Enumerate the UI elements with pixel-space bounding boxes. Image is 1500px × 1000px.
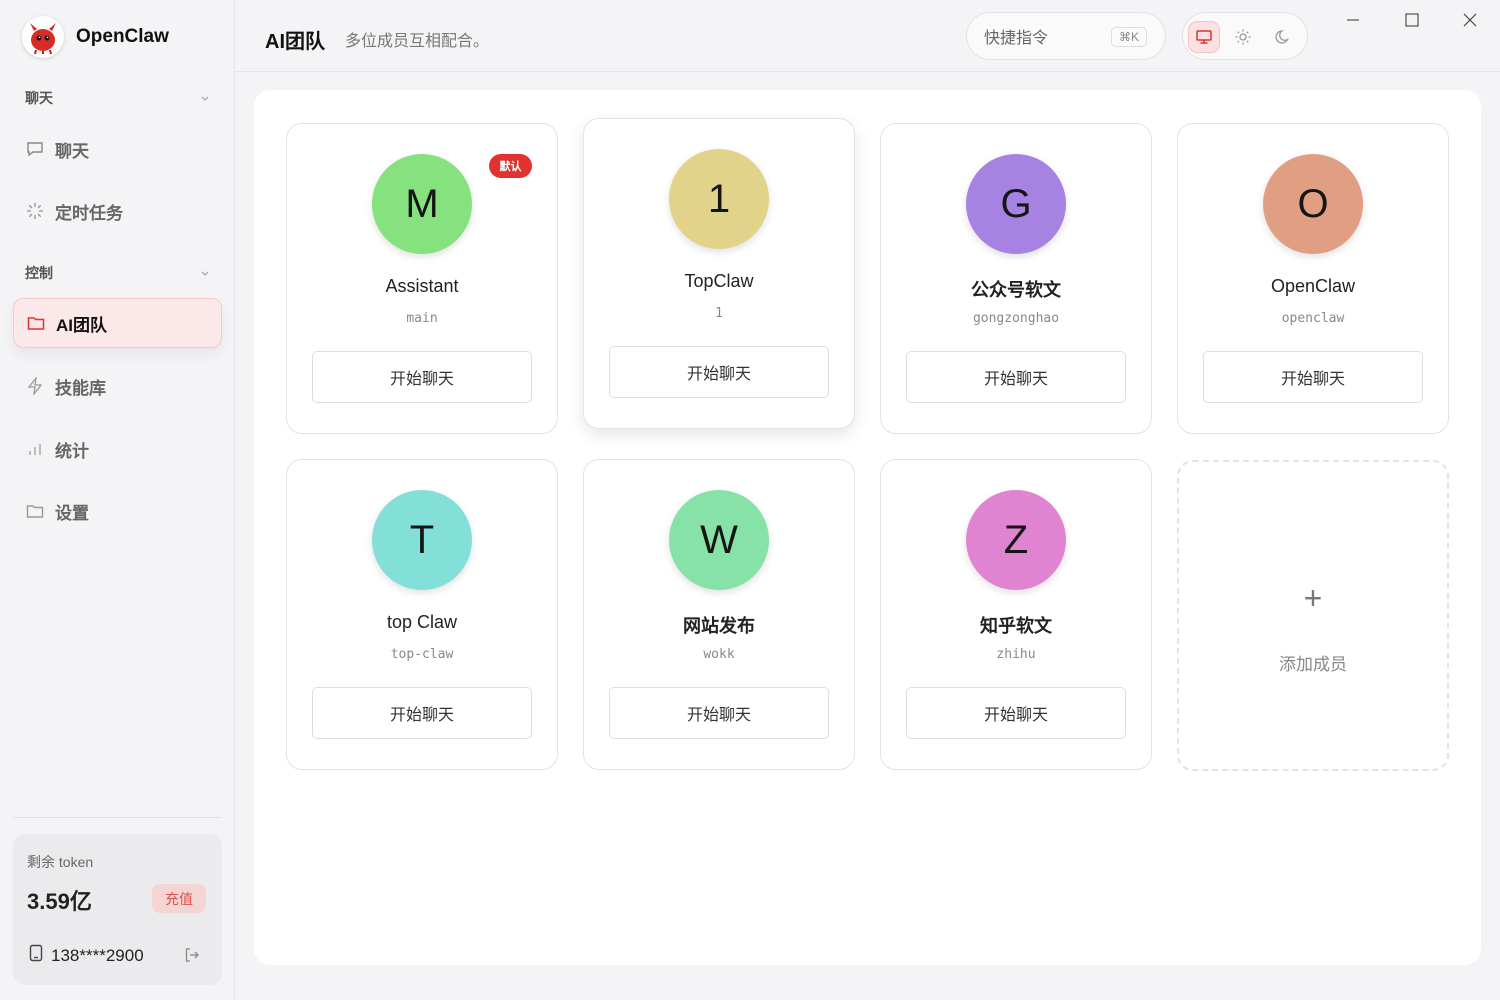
add-member-card[interactable]: + 添加成员 [1177,460,1449,771]
sidebar-divider [13,817,222,818]
member-name: 网站发布 [683,616,755,636]
token-label: 剩余 token [27,854,94,870]
minimize-icon[interactable] [1338,8,1368,32]
section-title: 聊天 [25,90,53,106]
quick-command-input[interactable]: 快捷指令 ⌘K [966,12,1166,60]
sidebar-item-stats[interactable]: 统计 [13,424,222,474]
member-name: 知乎软文 [980,616,1052,636]
chevron-down-icon [200,90,210,106]
maximize-icon[interactable] [1397,8,1427,32]
team-panel: M 默认 Assistant main 开始聊天 1 TopClaw 1 开始聊… [254,90,1481,965]
chevron-down-icon [200,265,210,281]
member-id: openclaw [1281,311,1345,326]
start-chat-button[interactable]: 开始聊天 [312,687,532,739]
member-id: wokk [703,647,735,662]
sidebar-item-label: 定时任务 [55,203,123,223]
member-name: top Claw [386,612,458,632]
loader-icon [25,201,45,221]
sun-icon[interactable] [1227,21,1259,53]
section-control[interactable]: 控制 [25,263,210,283]
member-card: W 网站发布 wokk 开始聊天 [583,459,855,770]
start-chat-button[interactable]: 开始聊天 [1203,351,1423,403]
sidebar-item-label: AI团队 [56,315,107,335]
plus-icon: + [1303,580,1323,616]
folder-icon [25,501,45,521]
start-chat-button[interactable]: 开始聊天 [312,351,532,403]
start-chat-button[interactable]: 开始聊天 [906,687,1126,739]
sidebar-item-label: 聊天 [55,141,89,161]
member-card: G 公众号软文 gongzonghao 开始聊天 [880,123,1152,434]
sidebar: OpenClaw 聊天 聊天 定时任务 控制 AI团队 技能库 统计 设置 剩余… [0,0,235,1000]
account-number: 138****2900 [51,945,144,965]
sidebar-item-chat[interactable]: 聊天 [13,124,222,174]
shortcut-badge: ⌘K [1110,27,1147,47]
token-value: 3.59亿 [27,889,92,914]
sidebar-item-scheduled-tasks[interactable]: 定时任务 [13,186,222,236]
lightning-icon [25,376,45,396]
member-name: OpenClaw [1270,276,1356,296]
member-name: TopClaw [684,271,754,291]
openclaw-logo-icon [22,16,64,58]
avatar: W [669,490,769,590]
start-chat-button[interactable]: 开始聊天 [609,687,829,739]
avatar: 1 [669,149,769,249]
start-chat-button[interactable]: 开始聊天 [609,346,829,398]
add-member-label: 添加成员 [1279,655,1347,674]
quick-command-placeholder: 快捷指令 [984,30,1049,47]
close-icon[interactable] [1455,8,1485,32]
member-card: T top Claw top-claw 开始聊天 [286,459,558,770]
start-chat-button[interactable]: 开始聊天 [906,351,1126,403]
phone-icon [29,944,43,967]
page-title: AI团队 [265,31,325,53]
logout-icon[interactable] [184,947,200,968]
bar-chart-icon [25,439,45,459]
recharge-button[interactable]: 充值 [152,884,206,913]
member-card: Z 知乎软文 zhihu 开始聊天 [880,459,1152,770]
avatar: O [1263,154,1363,254]
avatar: G [966,154,1066,254]
avatar: T [372,490,472,590]
member-id: zhihu [996,647,1036,662]
section-title: 控制 [25,265,53,281]
member-card: O OpenClaw openclaw 开始聊天 [1177,123,1449,434]
avatar: M [372,154,472,254]
sidebar-item-label: 设置 [55,503,89,523]
page-subtitle: 多位成员互相配合。 [345,33,490,50]
sidebar-item-label: 统计 [55,441,89,461]
member-card: M 默认 Assistant main 开始聊天 [286,123,558,434]
member-id: main [406,311,438,326]
sidebar-item-ai-team[interactable]: AI团队 [13,298,222,348]
member-id: top-claw [390,647,454,662]
moon-icon[interactable] [1267,21,1299,53]
chat-bubble-icon [25,139,45,159]
header: AI团队 多位成员互相配合。 快捷指令 ⌘K [235,0,1500,72]
sidebar-item-settings[interactable]: 设置 [13,486,222,536]
brand[interactable]: OpenClaw [22,16,169,58]
token-card: 剩余 token 3.59亿 充值 138****2900 [13,834,222,985]
account-info: 138****2900 [29,944,144,967]
member-id: gongzonghao [972,311,1060,326]
member-id: 1 [715,306,723,321]
default-badge: 默认 [489,154,532,178]
member-name: Assistant [385,276,459,296]
sidebar-item-skills[interactable]: 技能库 [13,361,222,411]
section-chat[interactable]: 聊天 [25,88,210,108]
member-card: 1 TopClaw 1 开始聊天 [583,118,855,429]
app-name: OpenClaw [76,26,169,47]
member-name: 公众号软文 [971,280,1061,300]
avatar: Z [966,490,1066,590]
theme-toggle [1182,12,1308,60]
sidebar-item-label: 技能库 [55,378,106,398]
monitor-icon[interactable] [1188,21,1220,53]
folder-icon [26,313,46,333]
